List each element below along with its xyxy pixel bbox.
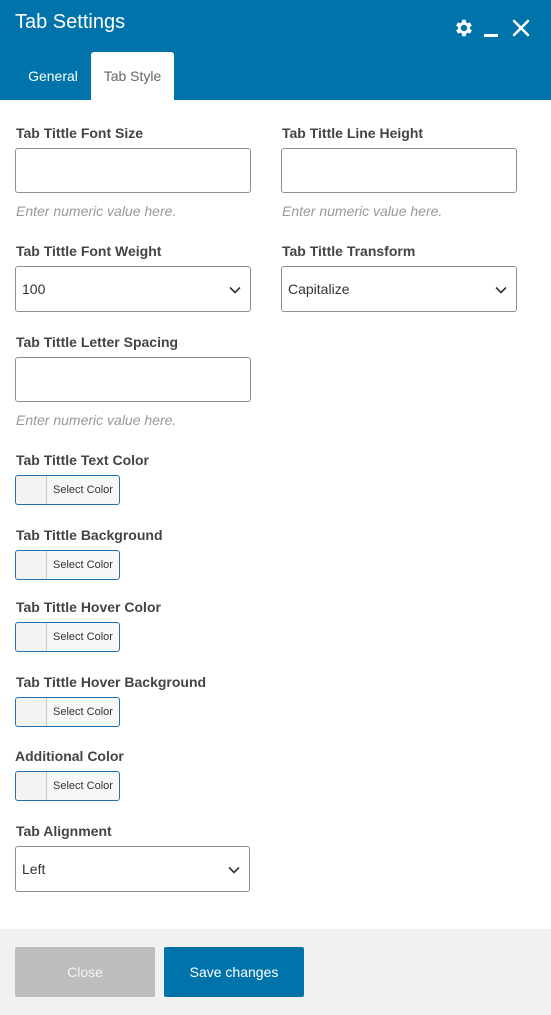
save-changes-button[interactable]: Save changes [164,947,304,997]
close-icon[interactable] [510,17,532,39]
background-label: Tab Tittle Background [16,527,163,543]
text-color-label: Tab Tittle Text Color [16,452,150,468]
background-color-picker[interactable]: Select Color [15,550,120,580]
select-color-label: Select Color [53,484,113,496]
gear-icon[interactable] [453,17,475,39]
alignment-value: Left [22,861,46,877]
alignment-label: Tab Alignment [16,823,112,839]
hover-background-label: Tab Tittle Hover Background [16,674,207,690]
select-color-label: Select Color [53,780,113,792]
transform-select[interactable]: Capitalize [281,266,517,312]
additional-color-label: Additional Color [15,748,124,764]
line-height-label: Tab Tittle Line Height [282,125,424,141]
color-swatch [16,698,47,726]
chevron-down-icon [228,866,240,874]
chevron-down-icon [495,286,507,294]
select-color-label: Select Color [53,631,113,643]
hover-color-label: Tab Tittle Hover Color [16,599,161,615]
color-swatch [16,623,47,651]
color-swatch [16,551,47,579]
tab-tab-style[interactable]: Tab Style [91,52,174,100]
chevron-down-icon [229,286,241,294]
additional-color-picker[interactable]: Select Color [15,771,120,801]
minimize-icon[interactable] [480,17,502,39]
font-size-label: Tab Tittle Font Size [16,125,144,141]
select-color-label: Select Color [53,559,113,571]
color-swatch [16,772,47,800]
line-height-hint: Enter numeric value here. [282,203,443,219]
text-color-picker[interactable]: Select Color [15,475,120,505]
close-button[interactable]: Close [15,947,155,997]
tab-general[interactable]: General [15,52,91,100]
modal-title: Tab Settings [15,11,126,33]
font-weight-select[interactable]: 100 [15,266,251,312]
hover-background-picker[interactable]: Select Color [15,697,120,727]
letter-spacing-label: Tab Tittle Letter Spacing [16,334,179,350]
font-size-input[interactable] [15,148,251,193]
hover-color-picker[interactable]: Select Color [15,622,120,652]
alignment-select[interactable]: Left [15,846,250,892]
transform-label: Tab Tittle Transform [282,243,416,259]
font-weight-value: 100 [22,281,46,297]
modal-header: Tab Settings General Tab Style [0,0,551,100]
color-swatch [16,476,47,504]
letter-spacing-hint: Enter numeric value here. [16,412,177,428]
font-size-hint: Enter numeric value here. [16,203,177,219]
letter-spacing-input[interactable] [15,357,251,402]
font-weight-label: Tab Tittle Font Weight [16,243,162,259]
transform-value: Capitalize [288,281,350,297]
select-color-label: Select Color [53,706,113,718]
line-height-input[interactable] [281,148,517,193]
